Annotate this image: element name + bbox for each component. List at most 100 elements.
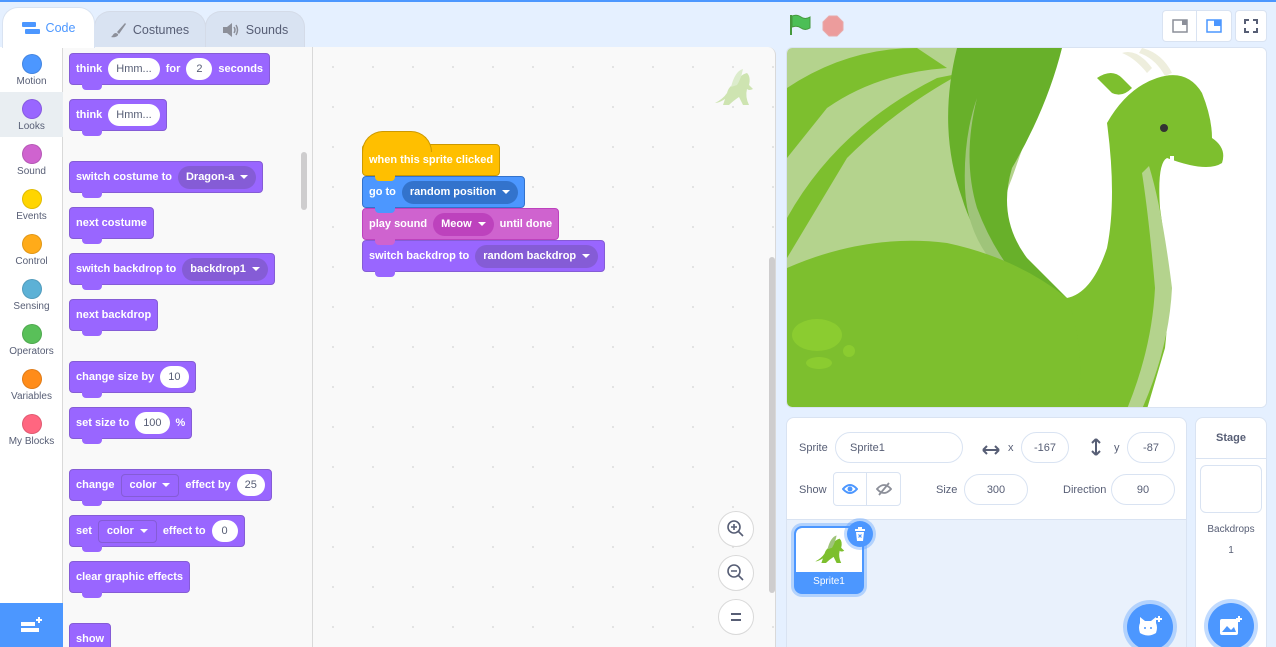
choose-sprite-button[interactable]: [1127, 604, 1173, 647]
block-switch-costume[interactable]: switch costume to Dragon-a: [69, 161, 264, 198]
category-sound[interactable]: Sound: [0, 137, 63, 182]
category-label: Motion: [16, 76, 47, 87]
direction-value: 90: [1136, 483, 1150, 496]
stop-button[interactable]: [822, 15, 844, 42]
block-switch-backdrop-script[interactable]: switch backdrop to random backdrop: [362, 240, 606, 277]
backdrop-plus-icon: [1220, 616, 1242, 635]
sprite-name-input[interactable]: Sprite1: [835, 432, 963, 463]
direction-input[interactable]: 90: [1111, 474, 1175, 505]
effect-change-input[interactable]: 25: [236, 474, 265, 496]
equals-icon: [731, 613, 741, 621]
position-dropdown[interactable]: random position: [401, 180, 519, 204]
zoom-in-icon: [727, 520, 744, 537]
tab-sounds[interactable]: Sounds: [205, 11, 305, 47]
hide-sprite-button[interactable]: [867, 473, 900, 505]
caret-down-icon: [502, 190, 511, 194]
block-text: change size by: [76, 371, 155, 383]
block-think[interactable]: think Hmm...: [69, 99, 167, 136]
small-stage-button[interactable]: [1163, 11, 1197, 41]
brush-icon: [110, 22, 127, 38]
dragon-thumbnail-icon: [815, 535, 845, 563]
sprite-name-value: Sprite1: [850, 441, 885, 454]
zoom-in-button[interactable]: [718, 511, 754, 547]
backdrop-thumbnail[interactable]: [1200, 465, 1262, 513]
block-clear-graphic-effects[interactable]: clear graphic effects: [69, 561, 190, 598]
show-sprite-button[interactable]: [834, 473, 867, 505]
tab-code[interactable]: Code: [2, 7, 95, 48]
block-text: clear graphic effects: [76, 571, 183, 583]
stage-canvas[interactable]: [786, 47, 1267, 408]
fullscreen-button[interactable]: [1235, 10, 1267, 42]
block-when-sprite-clicked[interactable]: when this sprite clicked: [362, 131, 501, 181]
effect-value-input[interactable]: 0: [211, 520, 238, 542]
tab-sounds-label: Sounds: [245, 22, 289, 37]
green-flag-icon: [790, 14, 811, 35]
category-events[interactable]: Events: [0, 182, 63, 227]
vertical-arrows-icon: [1091, 438, 1101, 461]
backdrop-dropdown[interactable]: random backdrop: [475, 244, 599, 268]
add-extension-button[interactable]: [0, 603, 63, 647]
script-area[interactable]: when this sprite clicked go to random po…: [313, 47, 776, 647]
block-text: think: [76, 63, 103, 75]
category-label: Sensing: [13, 301, 50, 312]
effect-dropdown[interactable]: color: [97, 519, 157, 543]
tab-costumes[interactable]: Costumes: [94, 11, 206, 47]
delete-sprite-button[interactable]: [847, 521, 873, 547]
block-switch-backdrop[interactable]: switch backdrop to backdrop1: [69, 253, 275, 290]
category-menu: Motion Looks Sound Events Control Sensin…: [0, 47, 63, 604]
block-next-backdrop[interactable]: next backdrop: [69, 299, 159, 336]
message-input[interactable]: Hmm...: [108, 58, 160, 80]
block-text: set size to: [76, 417, 130, 429]
block-change-effect[interactable]: change color effect by 25: [69, 469, 272, 506]
size-input[interactable]: 100: [135, 412, 170, 434]
category-control[interactable]: Control: [0, 227, 63, 272]
block-text: next costume: [76, 217, 147, 229]
size-change-input[interactable]: 10: [160, 366, 189, 388]
block-text: next backdrop: [76, 309, 152, 321]
category-operators[interactable]: Operators: [0, 317, 63, 362]
horizontal-arrows-icon: [982, 442, 1000, 460]
block-set-effect[interactable]: set color effect to 0: [69, 515, 245, 552]
choose-backdrop-button[interactable]: [1208, 603, 1254, 647]
block-text: switch costume to: [76, 171, 172, 183]
category-sensing[interactable]: Sensing: [0, 272, 63, 317]
block-show[interactable]: show: [69, 623, 112, 647]
script-scrollbar[interactable]: [769, 257, 775, 593]
trash-icon: [855, 527, 865, 541]
sound-dropdown[interactable]: Meow: [433, 212, 494, 236]
effect-dropdown[interactable]: color: [120, 473, 180, 497]
caret-down-icon: [251, 267, 260, 271]
block-think-for-secs[interactable]: think Hmm... for 2 seconds: [69, 53, 271, 90]
palette-scrollbar[interactable]: [301, 152, 307, 210]
block-set-size[interactable]: set size to 100 %: [69, 407, 193, 444]
costume-dropdown[interactable]: Dragon-a: [177, 165, 257, 189]
x-input[interactable]: -167: [1021, 432, 1069, 463]
message-input[interactable]: Hmm...: [108, 104, 160, 126]
speaker-icon: [222, 22, 240, 37]
category-my-blocks[interactable]: My Blocks: [0, 407, 63, 452]
green-flag-button[interactable]: [789, 14, 813, 41]
seconds-input[interactable]: 2: [186, 58, 213, 80]
variables-dot-icon: [21, 369, 42, 389]
block-next-costume[interactable]: next costume: [69, 207, 154, 244]
category-motion[interactable]: Motion: [0, 47, 63, 92]
small-stage-icon: [1171, 19, 1188, 33]
y-input[interactable]: -87: [1127, 432, 1175, 463]
category-looks[interactable]: Looks: [0, 92, 63, 137]
y-label: y: [1114, 442, 1120, 454]
reset-zoom-button[interactable]: [718, 599, 754, 635]
normal-stage-button[interactable]: [1197, 11, 1231, 41]
block-change-size[interactable]: change size by 10: [69, 361, 196, 398]
category-label: My Blocks: [8, 436, 55, 447]
events-dot-icon: [21, 189, 42, 209]
x-label: x: [1008, 442, 1014, 454]
stage-selector-panel[interactable]: Stage Backdrops 1: [1195, 417, 1267, 647]
block-text: %: [175, 417, 186, 429]
caret-down-icon: [162, 483, 171, 487]
block-text: play sound: [369, 218, 428, 230]
block-text: set: [76, 525, 92, 537]
size-input[interactable]: 300: [964, 474, 1028, 505]
zoom-out-button[interactable]: [718, 555, 754, 591]
backdrop-dropdown[interactable]: backdrop1: [182, 257, 268, 281]
category-variables[interactable]: Variables: [0, 362, 63, 407]
